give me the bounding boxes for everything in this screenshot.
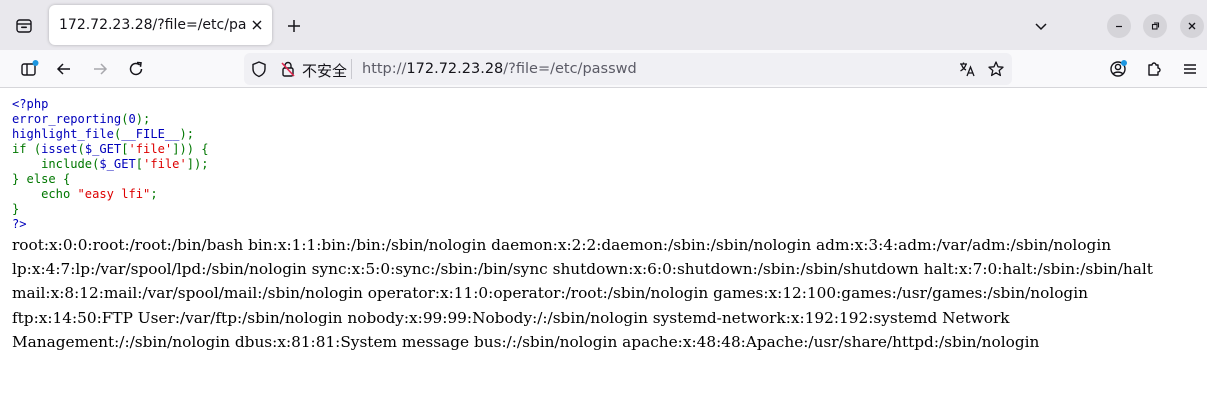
code-token: ])) { <box>172 142 209 156</box>
code-token: echo <box>41 187 78 201</box>
php-source-code: <?php error_reporting(0); highlight_file… <box>12 97 209 232</box>
minimize-icon[interactable] <box>1107 14 1131 38</box>
code-token: 'file' <box>128 142 173 156</box>
url-path: /?file=/etc/passwd <box>503 61 637 77</box>
code-token: __FILE__ <box>121 127 180 141</box>
back-arrow-icon[interactable] <box>50 55 78 83</box>
code-token: [ <box>135 157 144 171</box>
reload-icon[interactable] <box>122 55 150 83</box>
code-token: ]); <box>186 157 209 171</box>
insecure-label[interactable]: 不安全 <box>302 60 347 81</box>
shield-icon[interactable] <box>248 58 270 80</box>
code-token: ; <box>150 187 158 201</box>
new-tab-plus-icon[interactable] <box>280 12 308 40</box>
account-icon[interactable] <box>1104 55 1132 83</box>
url-host: 172.72.23.28 <box>406 61 504 77</box>
code-line: } else { <box>12 172 71 186</box>
url-bar[interactable]: 不安全 http://172.72.23.28/?file=/etc/passw… <box>244 53 1012 85</box>
hamburger-icon[interactable] <box>1176 55 1204 83</box>
code-token: [ <box>121 142 129 156</box>
code-line: ?> <box>12 217 27 231</box>
code-token: if ( <box>12 142 42 156</box>
url-text[interactable]: http://172.72.23.28/?file=/etc/passwd <box>362 61 637 77</box>
navigation-toolbar: 不安全 http://172.72.23.28/?file=/etc/passw… <box>0 50 1207 88</box>
code-line: } <box>12 202 20 216</box>
code-token: $_GET <box>84 142 122 156</box>
code-token: 0 <box>128 112 136 126</box>
url-separator <box>351 59 352 79</box>
puzzle-icon[interactable] <box>1140 55 1168 83</box>
restore-icon[interactable] <box>1143 14 1167 38</box>
tab-strip: 172.72.23.28/?file=/etc/passwd <box>0 0 1207 50</box>
tab-active[interactable]: 172.72.23.28/?file=/etc/passwd <box>49 5 272 45</box>
code-token: $_GET <box>99 157 136 171</box>
translate-icon[interactable] <box>956 58 978 80</box>
tab-list-icon[interactable] <box>10 12 38 40</box>
code-token: ); <box>135 112 151 126</box>
passwd-output-text: root:x:0:0:root:/root:/bin/bash bin:x:1:… <box>12 236 1153 351</box>
forward-arrow-icon[interactable] <box>86 55 114 83</box>
code-token: ( <box>77 142 85 156</box>
code-token: error_reporting <box>12 112 122 126</box>
code-token: ); <box>179 127 195 141</box>
code-token: 'file' <box>143 157 187 171</box>
lock-slash-icon[interactable] <box>277 58 299 80</box>
url-prefix: http:// <box>362 61 407 77</box>
close-tab-icon[interactable] <box>248 16 266 34</box>
sidebar-icon[interactable] <box>15 55 43 83</box>
page-content: <?php error_reporting(0); highlight_file… <box>0 89 1207 408</box>
code-token: "easy lfi" <box>77 187 151 201</box>
star-icon[interactable] <box>985 58 1007 80</box>
code-token: include( <box>41 157 100 171</box>
code-token: highlight_file <box>12 127 114 141</box>
tab-title: 172.72.23.28/?file=/etc/passwd <box>59 17 247 33</box>
code-token: ( <box>121 112 129 126</box>
close-window-icon[interactable] <box>1180 14 1204 38</box>
chevron-down-icon[interactable] <box>1027 12 1055 40</box>
code-token: isset <box>41 142 78 156</box>
code-line: <?php <box>12 97 49 111</box>
